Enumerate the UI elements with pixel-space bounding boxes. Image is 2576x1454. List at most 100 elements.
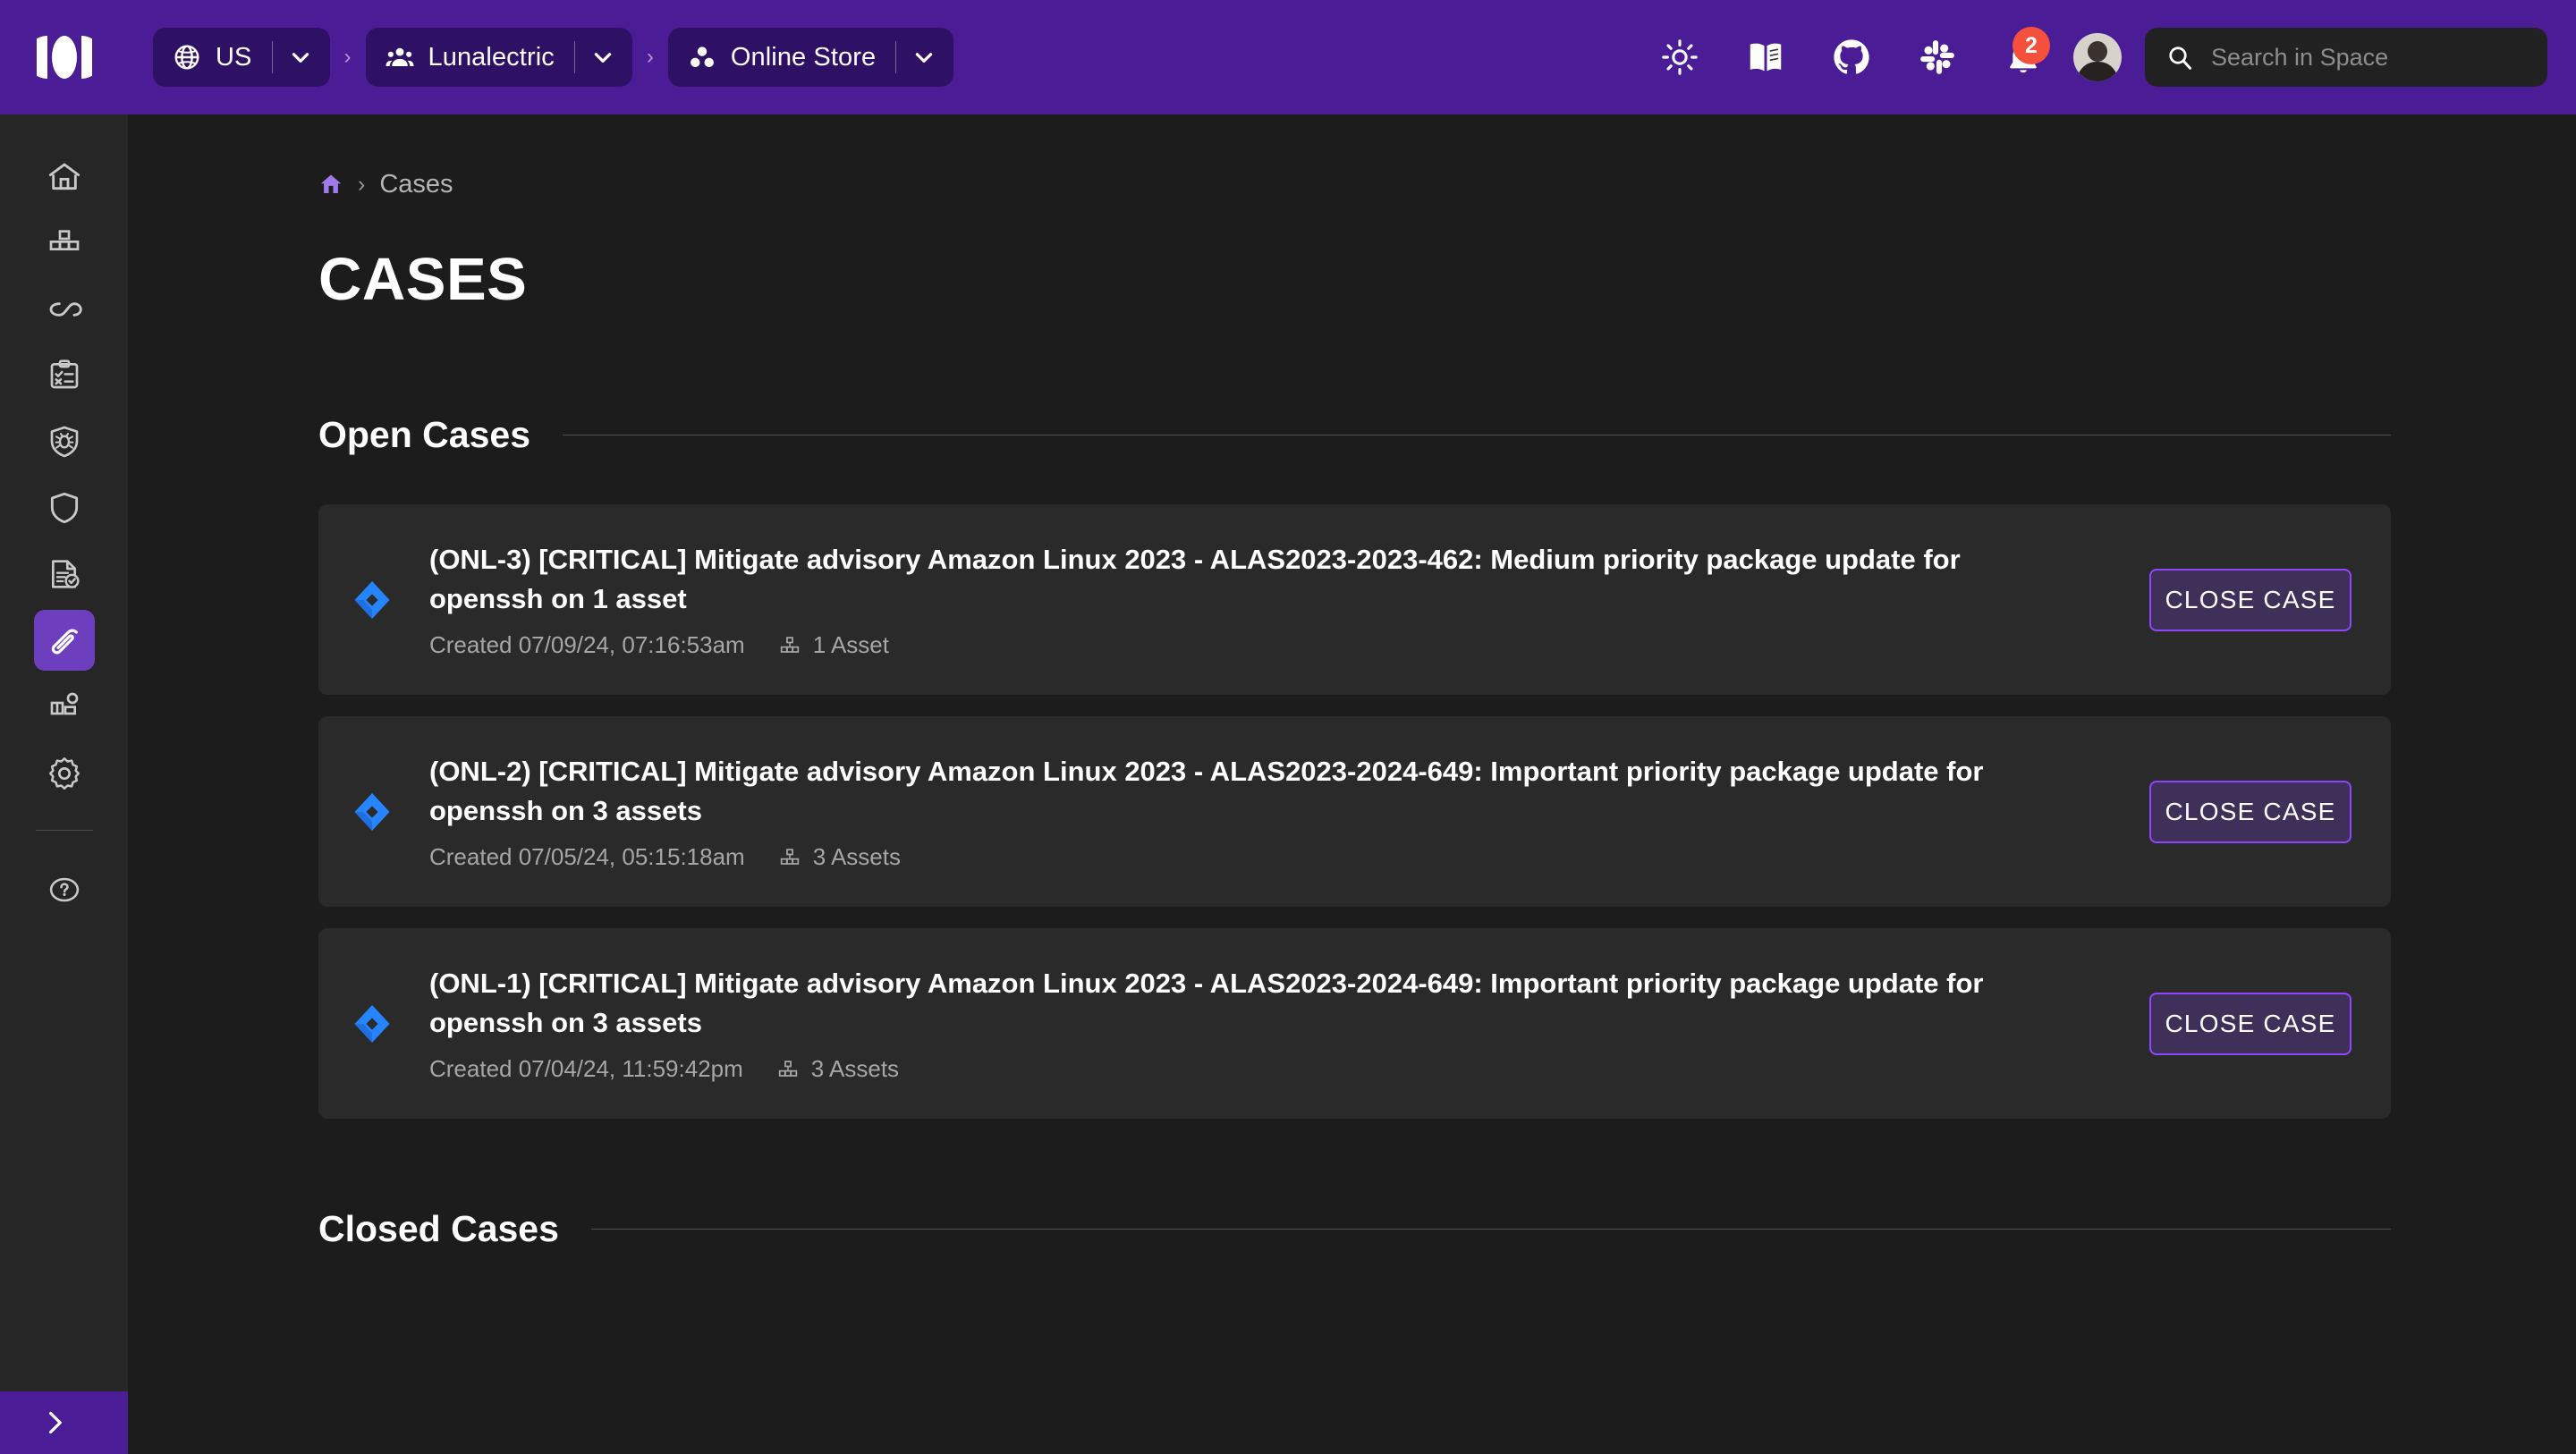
breadcrumb-current[interactable]: Cases bbox=[379, 170, 453, 199]
chevron-down-icon[interactable] bbox=[289, 46, 312, 69]
case-title[interactable]: (ONL-3) [CRITICAL] Mitigate advisory Ama… bbox=[429, 540, 2021, 619]
sidebar-item-settings[interactable] bbox=[34, 742, 95, 803]
assets-stack-icon bbox=[778, 1060, 797, 1077]
shield-bug-icon bbox=[50, 426, 78, 458]
sidebar-item-integrations[interactable] bbox=[34, 676, 95, 737]
page-title: CASES bbox=[318, 246, 528, 313]
chip-divider bbox=[573, 41, 575, 73]
sidebar-item-tasks[interactable] bbox=[34, 345, 95, 406]
gear-icon bbox=[48, 757, 80, 790]
context-switcher-breadcrumb: US › Lunalectric › Online Store bbox=[128, 28, 954, 87]
space-selector-chip[interactable]: Online Store bbox=[667, 28, 954, 87]
assets-stack-icon bbox=[780, 636, 799, 653]
case-asset-label: 3 Assets bbox=[810, 1055, 900, 1083]
notification-badge: 2 bbox=[2012, 27, 2050, 64]
slack-icon bbox=[1920, 40, 1954, 74]
modo-logo-icon bbox=[36, 36, 92, 79]
region-selector-chip[interactable]: US bbox=[153, 28, 330, 87]
jira-icon bbox=[354, 580, 390, 619]
breadcrumb: › Cases bbox=[318, 168, 2576, 200]
organization-selector-chip[interactable]: Lunalectric bbox=[365, 28, 632, 87]
home-icon[interactable] bbox=[318, 172, 343, 197]
search-placeholder: Search in Space bbox=[2211, 43, 2389, 71]
top-header-bar: US › Lunalectric › Online Store 2 Search… bbox=[0, 0, 2576, 114]
github-icon bbox=[1834, 39, 1869, 74]
documentation-button[interactable] bbox=[1723, 25, 1809, 89]
case-asset-count: 1 Asset bbox=[777, 631, 889, 659]
paperclip-icon bbox=[51, 629, 78, 655]
theme-toggle-button[interactable] bbox=[1637, 25, 1723, 89]
chevron-down-icon[interactable] bbox=[912, 46, 936, 69]
jira-icon bbox=[354, 1004, 390, 1043]
sidebar-item-pipelines[interactable] bbox=[34, 279, 95, 340]
sidebar-item-help[interactable] bbox=[34, 859, 95, 920]
infinity-icon bbox=[49, 302, 82, 317]
closed-cases-title: Closed Cases bbox=[318, 1208, 559, 1249]
case-details: (ONL-1) [CRITICAL] Mitigate advisory Ama… bbox=[394, 964, 2149, 1083]
case-title[interactable]: (ONL-2) [CRITICAL] Mitigate advisory Ama… bbox=[429, 752, 2021, 831]
main-content-area: › Cases CASES Open Cases (ONL-3) [CRITIC… bbox=[128, 114, 2576, 1454]
slack-button[interactable] bbox=[1894, 25, 1980, 89]
case-card[interactable]: (ONL-1) [CRITICAL] Mitigate advisory Ama… bbox=[318, 928, 2391, 1119]
close-case-button[interactable]: CLOSE CASE bbox=[2149, 780, 2351, 843]
github-button[interactable] bbox=[1809, 25, 1894, 89]
clipboard-check-icon bbox=[50, 359, 78, 389]
search-icon bbox=[2169, 46, 2192, 70]
chip-breadcrumb-separator: › bbox=[343, 45, 352, 69]
chip-divider bbox=[271, 41, 273, 73]
breadcrumb-separator: › bbox=[358, 171, 366, 197]
home-icon bbox=[48, 163, 80, 190]
sidebar-item-cases[interactable] bbox=[33, 610, 95, 671]
space-selector-label: Online Store bbox=[730, 42, 877, 72]
header-actions: 2 Search in Space bbox=[1637, 25, 2576, 89]
case-card[interactable]: (ONL-3) [CRITICAL] Mitigate advisory Ama… bbox=[318, 504, 2391, 695]
sidebar-item-stack[interactable] bbox=[34, 213, 95, 274]
avatar-body bbox=[2077, 62, 2118, 81]
case-created-date: Created 07/05/24, 05:15:18am bbox=[429, 843, 745, 871]
app-grid-icon bbox=[50, 692, 78, 715]
global-search[interactable]: Search in Space bbox=[2145, 28, 2547, 87]
chip-divider bbox=[895, 41, 897, 73]
sun-icon bbox=[1662, 39, 1698, 75]
globe-icon bbox=[174, 45, 199, 70]
case-card[interactable]: (ONL-2) [CRITICAL] Mitigate advisory Ama… bbox=[318, 716, 2391, 907]
shield-icon bbox=[50, 492, 78, 524]
close-case-button[interactable]: CLOSE CASE bbox=[2149, 992, 2351, 1055]
organization-selector-label: Lunalectric bbox=[428, 42, 555, 72]
app-logo[interactable] bbox=[0, 0, 128, 114]
closed-cases-section-header: Closed Cases bbox=[318, 1208, 2391, 1250]
section-rule bbox=[590, 1229, 2391, 1230]
close-case-button[interactable]: CLOSE CASE bbox=[2149, 568, 2351, 631]
question-circle-icon bbox=[49, 877, 79, 902]
sidebar-item-home[interactable] bbox=[34, 147, 95, 207]
sidebar-divider bbox=[35, 830, 93, 831]
region-selector-label: US bbox=[216, 42, 252, 72]
blocks-icon bbox=[49, 230, 79, 250]
case-asset-count: 3 Assets bbox=[777, 843, 901, 871]
case-title[interactable]: (ONL-1) [CRITICAL] Mitigate advisory Ama… bbox=[429, 964, 2021, 1043]
case-asset-label: 3 Assets bbox=[812, 843, 901, 871]
case-asset-label: 1 Asset bbox=[812, 631, 889, 659]
sidebar-item-vulnerabilities[interactable] bbox=[34, 411, 95, 472]
document-check-icon bbox=[51, 560, 80, 588]
case-meta: Created 07/09/24, 07:16:53am 1 Asset bbox=[429, 631, 2123, 659]
case-meta: Created 07/05/24, 05:15:18am 3 Assets bbox=[429, 843, 2123, 871]
open-cases-title: Open Cases bbox=[318, 414, 530, 455]
notifications-button[interactable]: 2 bbox=[1980, 25, 2066, 89]
open-cases-section-header: Open Cases bbox=[318, 414, 2391, 456]
chevron-down-icon[interactable] bbox=[591, 46, 614, 69]
open-cases-list: (ONL-3) [CRITICAL] Mitigate advisory Ama… bbox=[318, 504, 2576, 1119]
left-sidebar bbox=[0, 114, 128, 1454]
assets-stack-icon bbox=[780, 848, 799, 865]
user-avatar[interactable] bbox=[2073, 33, 2122, 81]
sidebar-item-compliance[interactable] bbox=[34, 544, 95, 604]
chevron-right-icon bbox=[49, 1411, 62, 1434]
case-meta: Created 07/04/24, 11:59:42pm 3 Assets bbox=[429, 1055, 2123, 1083]
book-icon bbox=[1750, 43, 1782, 72]
asana-dots-icon bbox=[690, 46, 714, 68]
sidebar-collapse-button[interactable] bbox=[0, 1391, 128, 1454]
sidebar-item-security[interactable] bbox=[34, 478, 95, 538]
avatar-head bbox=[2088, 41, 2107, 62]
chip-breadcrumb-separator: › bbox=[646, 45, 654, 69]
case-created-date: Created 07/09/24, 07:16:53am bbox=[429, 631, 745, 659]
